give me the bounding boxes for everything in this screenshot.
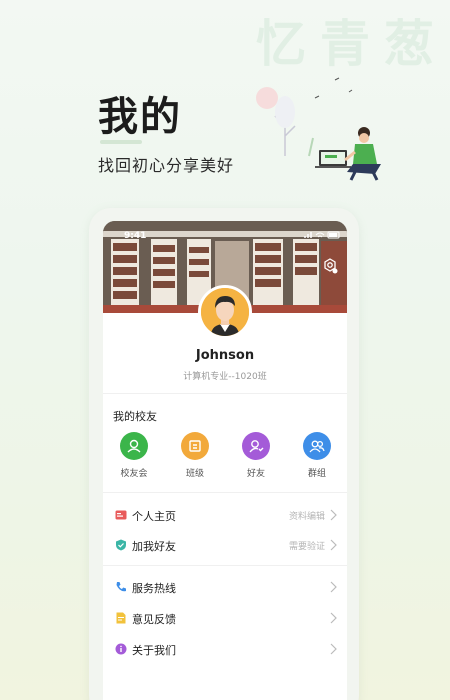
chevron-right-icon — [330, 581, 337, 593]
feedback-icon — [116, 612, 126, 624]
alumni-association-icon — [120, 432, 148, 460]
brand-watermark: 忆青葱 — [256, 15, 448, 73]
shortcut-label: 校友会 — [120, 469, 148, 479]
section-divider — [103, 565, 347, 566]
avatar-image — [201, 288, 249, 336]
menu-label: 服务热线 — [132, 582, 176, 595]
chevron-right-icon — [330, 612, 337, 624]
group-icon — [303, 432, 331, 460]
section-divider — [103, 492, 347, 493]
chevron-right-icon — [330, 509, 337, 521]
shortcut-class[interactable]: 班级 — [170, 432, 220, 479]
menu-label: 关于我们 — [132, 644, 176, 657]
id-card-icon — [115, 510, 127, 520]
shortcut-label: 群组 — [307, 469, 326, 479]
status-time: 9:41 — [124, 231, 147, 241]
menu-label: 加我好友 — [132, 540, 176, 553]
friend-icon — [242, 432, 270, 460]
reading-person-illustration — [256, 77, 381, 181]
title-underline — [100, 140, 142, 144]
chevron-right-icon — [330, 643, 337, 655]
menu-label: 个人主页 — [132, 510, 176, 523]
menu-item-homepage[interactable]: 个人主页 资料编辑 — [103, 503, 347, 529]
class-icon — [181, 432, 209, 460]
shortcut-label: 好友 — [246, 469, 265, 479]
avatar[interactable] — [198, 285, 252, 339]
shortcut-friend[interactable]: 好友 — [231, 432, 281, 479]
page-subtitle: 找回初心分享美好 — [98, 156, 235, 175]
menu-hint: 需要验证 — [288, 542, 325, 552]
profile-screen: 9:41 Johnson 计算机专业--1020班 我的校友 校友会 班级 好友… — [103, 221, 347, 700]
info-icon — [115, 643, 127, 655]
shield-check-icon — [116, 539, 126, 551]
status-icons — [304, 231, 340, 239]
alumni-section-title: 我的校友 — [113, 410, 157, 423]
menu-hint: 资料编辑 — [288, 512, 325, 522]
shortcut-alumni-association[interactable]: 校友会 — [109, 432, 159, 479]
menu-item-feedback[interactable]: 意见反馈 — [103, 606, 347, 632]
settings-icon[interactable] — [321, 257, 339, 275]
menu-item-add-friend[interactable]: 加我好友 需要验证 — [103, 533, 347, 559]
chevron-right-icon — [330, 539, 337, 551]
menu-item-about[interactable]: 关于我们 — [103, 637, 347, 663]
shortcut-group[interactable]: 群组 — [292, 432, 342, 479]
shortcut-label: 班级 — [185, 469, 204, 479]
menu-item-hotline[interactable]: 服务热线 — [103, 575, 347, 601]
page-title: 我的 — [98, 94, 182, 140]
user-major: 计算机专业--1020班 — [183, 372, 267, 382]
menu-label: 意见反馈 — [132, 613, 176, 626]
username: Johnson — [195, 348, 255, 363]
section-divider — [103, 393, 347, 394]
phone-icon — [116, 582, 126, 592]
